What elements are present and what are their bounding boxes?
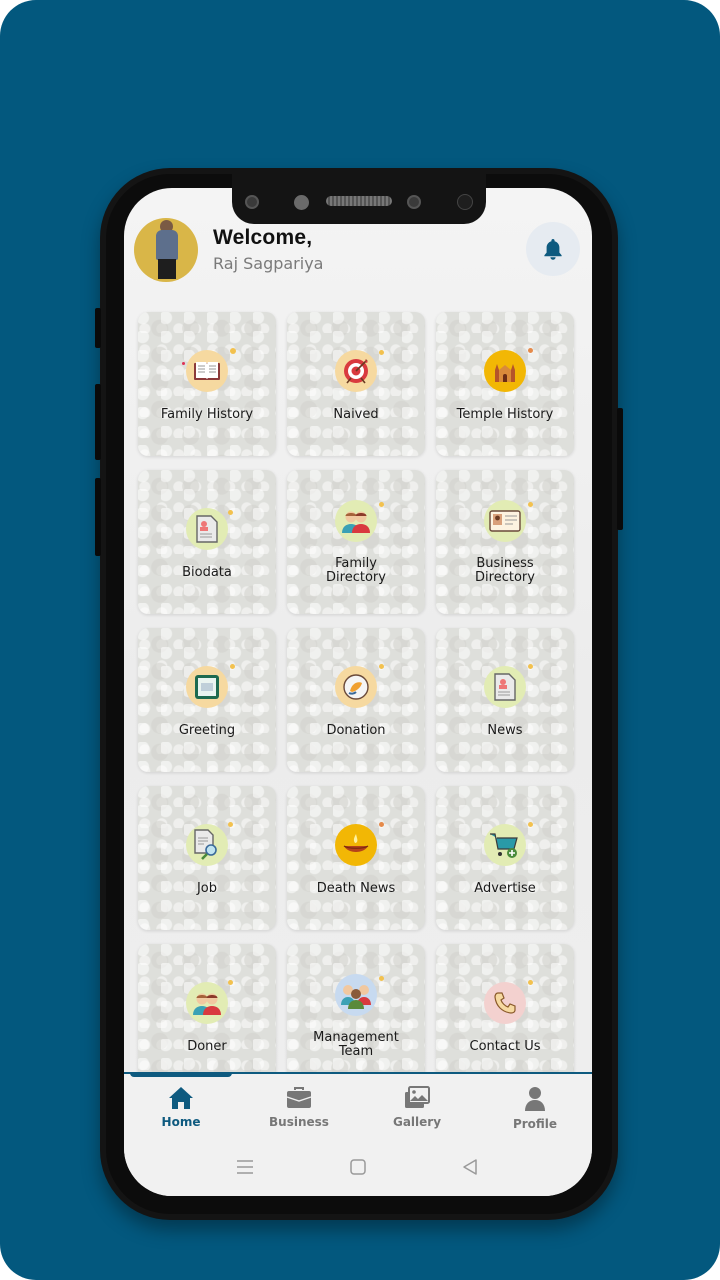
document-profile-icon <box>186 508 228 550</box>
tile-death-news[interactable]: Death News <box>287 786 425 930</box>
nav-label: Business <box>269 1115 329 1129</box>
tile-label: Advertise <box>474 881 536 896</box>
tile-biodata[interactable]: Biodata <box>138 470 276 614</box>
tile-label: Death News <box>316 881 396 896</box>
nav-profile[interactable]: Profile <box>490 1086 580 1131</box>
home-icon <box>169 1087 193 1109</box>
sensor-icon <box>294 195 309 210</box>
diya-lamp-icon <box>335 824 377 866</box>
team-icon <box>335 974 377 1016</box>
nav-label: Profile <box>512 1117 558 1131</box>
app-screen: Welcome, Raj Sagpariya Family History Na… <box>124 188 592 1196</box>
people-icon <box>186 982 228 1024</box>
target-icon <box>335 350 377 392</box>
side-button <box>95 308 101 348</box>
greeting-card-icon <box>186 666 228 708</box>
tile-label: Doner <box>187 1039 227 1054</box>
tile-management-team[interactable]: Management Team <box>287 944 425 1088</box>
book-icon <box>186 350 228 392</box>
nav-business[interactable]: Business <box>254 1086 344 1129</box>
nav-label: Home <box>161 1115 201 1129</box>
welcome-text: Welcome, <box>213 226 313 249</box>
nav-home[interactable]: Home <box>136 1086 226 1129</box>
side-button <box>95 478 101 556</box>
phone-icon <box>484 982 526 1024</box>
tile-job[interactable]: Job <box>138 786 276 930</box>
username: Raj Sagpariya <box>213 254 324 273</box>
power-button <box>617 408 623 530</box>
tile-label: Biodata <box>182 565 232 580</box>
tile-label: Job <box>196 881 218 896</box>
system-back-button[interactable] <box>461 1158 479 1180</box>
side-button <box>95 384 101 460</box>
notification-button[interactable] <box>526 222 580 276</box>
tile-business-directory[interactable]: Business Directory <box>436 470 574 614</box>
tile-doner[interactable]: Doner <box>138 944 276 1088</box>
tile-news[interactable]: News <box>436 628 574 772</box>
briefcase-icon <box>286 1087 312 1108</box>
menu-icon <box>237 1160 253 1174</box>
gallery-icon <box>405 1086 430 1108</box>
back-triangle-icon <box>463 1159 477 1175</box>
tile-label: Management Team <box>313 1030 399 1059</box>
profile-icon <box>525 1087 545 1111</box>
people-icon <box>335 500 377 542</box>
sensor-icon <box>457 194 473 210</box>
bell-icon <box>544 239 562 260</box>
news-icon <box>484 666 526 708</box>
tile-temple-history[interactable]: Temple History <box>436 312 574 456</box>
tile-label: Temple History <box>456 407 554 422</box>
tile-family-directory[interactable]: Family Directory <box>287 470 425 614</box>
job-search-icon <box>186 824 228 866</box>
nav-gallery[interactable]: Gallery <box>372 1086 462 1129</box>
tile-label: Naived <box>333 407 379 422</box>
avatar[interactable] <box>134 218 198 282</box>
active-tab-indicator <box>130 1072 232 1077</box>
tile-label: News <box>487 723 523 738</box>
tile-advertise[interactable]: Advertise <box>436 786 574 930</box>
tile-contact-us[interactable]: Contact Us <box>436 944 574 1088</box>
donation-icon <box>335 666 377 708</box>
tile-label: Business Directory <box>475 556 535 585</box>
tile-label: Donation <box>326 723 386 738</box>
square-home-icon <box>350 1159 366 1175</box>
sensor-icon <box>245 195 259 209</box>
nav-label: Gallery <box>392 1115 442 1129</box>
tile-greeting[interactable]: Greeting <box>138 628 276 772</box>
camera-icon <box>407 195 421 209</box>
id-card-icon <box>484 500 526 542</box>
system-menu-button[interactable] <box>236 1158 254 1180</box>
tile-label: Family Directory <box>326 556 386 585</box>
cart-icon <box>484 824 526 866</box>
temple-icon <box>484 350 526 392</box>
speaker-grille <box>326 196 392 206</box>
tile-label: Greeting <box>178 723 236 738</box>
header: Welcome, Raj Sagpariya <box>124 216 592 286</box>
system-home-button[interactable] <box>349 1158 367 1180</box>
tile-label: Family History <box>160 407 254 422</box>
tile-naived[interactable]: Naived <box>287 312 425 456</box>
tile-label: Contact Us <box>469 1039 541 1054</box>
tile-family-history[interactable]: Family History <box>138 312 276 456</box>
tile-donation[interactable]: Donation <box>287 628 425 772</box>
